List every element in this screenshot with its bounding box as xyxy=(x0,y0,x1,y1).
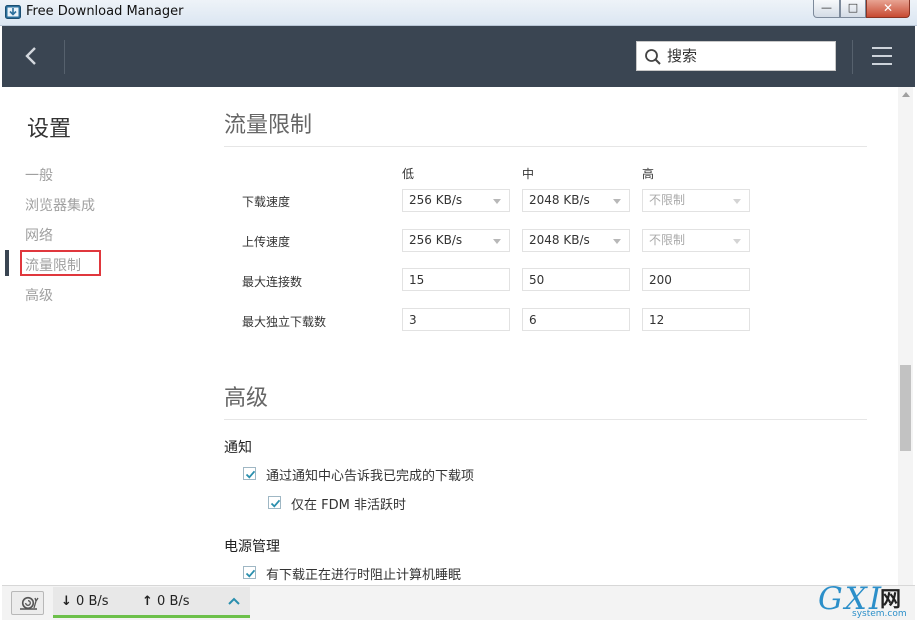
speed-panel[interactable]: ↓ 0 B/s ↑ 0 B/s xyxy=(53,587,250,618)
column-low: 低 xyxy=(402,167,415,181)
sidebar-item-network[interactable]: 网络 xyxy=(25,225,53,245)
column-medium: 中 xyxy=(522,167,535,181)
active-item-marker xyxy=(5,250,9,276)
snail-mode-button[interactable] xyxy=(11,591,44,615)
dropdown-arrow-icon xyxy=(613,239,621,244)
notify-completed-checkbox[interactable] xyxy=(243,467,256,480)
power-management-heading: 电源管理 xyxy=(224,539,280,555)
upload-speed-value: 0 B/s xyxy=(157,594,190,609)
select-value: 2048 KB/s xyxy=(529,233,590,247)
snail-icon xyxy=(20,596,39,610)
download-speed-low-select[interactable]: 256 KB/s xyxy=(402,189,510,212)
chevron-up-icon xyxy=(228,597,240,605)
notifications-heading: 通知 xyxy=(224,440,252,456)
settings-content: 流量限制 低 中 高 下载速度 256 KB/s 2048 KB/s 不限制 上… xyxy=(224,87,874,585)
toolbar-divider xyxy=(64,40,65,74)
prevent-sleep-checkbox[interactable] xyxy=(243,566,256,579)
settings-sidebar: 设置 一般 浏览器集成 网络 流量限制 高级 xyxy=(2,87,202,585)
max-downloads-high-field[interactable] xyxy=(642,308,750,331)
upload-speed-high-select: 不限制 xyxy=(642,229,750,252)
sidebar-item-browser-integration[interactable]: 浏览器集成 xyxy=(25,195,95,215)
search-input[interactable] xyxy=(667,45,827,67)
select-value: 不限制 xyxy=(649,193,686,207)
search-box[interactable] xyxy=(636,41,836,71)
checkmark-icon xyxy=(270,499,281,508)
expand-speed-button[interactable] xyxy=(227,594,241,608)
dropdown-arrow-icon xyxy=(493,239,501,244)
select-value: 256 KB/s xyxy=(409,233,463,247)
max-connections-medium-field[interactable] xyxy=(522,268,630,291)
select-value: 2048 KB/s xyxy=(529,193,590,207)
sidebar-item-advanced[interactable]: 高级 xyxy=(25,285,53,305)
upload-speed-low-select[interactable]: 256 KB/s xyxy=(402,229,510,252)
scroll-up-icon[interactable] xyxy=(898,87,913,102)
status-bar: ↓ 0 B/s ↑ 0 B/s xyxy=(2,585,915,620)
search-icon xyxy=(645,49,661,65)
chevron-left-icon xyxy=(25,47,36,65)
upload-speed-label: 上传速度 xyxy=(242,235,291,249)
select-value: 不限制 xyxy=(649,233,686,247)
close-icon: ✕ xyxy=(882,1,894,15)
only-when-inactive-checkbox[interactable] xyxy=(268,496,281,509)
maximize-icon: □ xyxy=(847,1,859,14)
maximize-button[interactable]: □ xyxy=(840,0,866,18)
upload-speed-medium-select[interactable]: 2048 KB/s xyxy=(522,229,630,252)
max-connections-label: 最大连接数 xyxy=(242,275,303,289)
column-high: 高 xyxy=(642,167,655,181)
fdm-logo-icon xyxy=(5,4,21,20)
site-watermark: GXI 网 system.com xyxy=(818,581,915,622)
scrollbar-thumb[interactable] xyxy=(900,365,911,451)
checkmark-icon xyxy=(245,569,256,578)
hamburger-menu-icon xyxy=(872,47,892,49)
traffic-limits-heading: 流量限制 xyxy=(224,113,313,138)
minimize-button[interactable]: — xyxy=(813,0,840,18)
download-arrow-icon: ↓ xyxy=(61,594,72,609)
advanced-heading: 高级 xyxy=(224,386,269,411)
max-downloads-low-field[interactable] xyxy=(402,308,510,331)
checkmark-icon xyxy=(245,470,256,479)
upload-arrow-icon: ↑ xyxy=(142,594,153,609)
sidebar-item-traffic-limits[interactable]: 流量限制 xyxy=(25,255,81,275)
select-value: 256 KB/s xyxy=(409,193,463,207)
close-button[interactable]: ✕ xyxy=(866,0,910,18)
download-speed-label: 下载速度 xyxy=(242,195,291,209)
minimize-icon: — xyxy=(821,1,832,14)
download-speed-value: 0 B/s xyxy=(76,594,109,609)
dropdown-arrow-icon xyxy=(493,199,501,204)
back-button[interactable] xyxy=(2,26,64,87)
window-title: Free Download Manager xyxy=(26,4,184,19)
settings-title: 设置 xyxy=(27,117,72,142)
dropdown-arrow-icon xyxy=(733,199,741,204)
download-speed-indicator: ↓ 0 B/s xyxy=(61,594,109,609)
prevent-sleep-label: 有下载正在进行时阻止计算机睡眠 xyxy=(266,568,462,583)
notify-completed-label: 通过通知中心告诉我已完成的下载项 xyxy=(266,469,475,484)
vertical-scrollbar[interactable] xyxy=(898,87,913,585)
download-speed-medium-select[interactable]: 2048 KB/s xyxy=(522,189,630,212)
toolbar-divider xyxy=(852,40,853,74)
sidebar-item-general[interactable]: 一般 xyxy=(25,165,53,185)
only-when-inactive-label: 仅在 FDM 非活跃时 xyxy=(291,498,406,513)
top-toolbar xyxy=(2,26,915,87)
max-downloads-medium-field[interactable] xyxy=(522,308,630,331)
dropdown-arrow-icon xyxy=(613,199,621,204)
max-connections-high-field[interactable] xyxy=(642,268,750,291)
section-divider xyxy=(224,146,867,147)
section-divider xyxy=(224,419,867,420)
max-downloads-label: 最大独立下载数 xyxy=(242,315,327,329)
title-bar: Free Download Manager — □ ✕ xyxy=(0,0,917,26)
dropdown-arrow-icon xyxy=(733,239,741,244)
max-connections-low-field[interactable] xyxy=(402,268,510,291)
upload-speed-indicator: ↑ 0 B/s xyxy=(142,594,190,609)
watermark-site: system.com xyxy=(852,609,907,619)
download-speed-high-select: 不限制 xyxy=(642,189,750,212)
settings-page: 设置 一般 浏览器集成 网络 流量限制 高级 流量限制 低 中 高 下载速度 2… xyxy=(2,87,915,585)
main-menu-button[interactable] xyxy=(864,43,900,71)
